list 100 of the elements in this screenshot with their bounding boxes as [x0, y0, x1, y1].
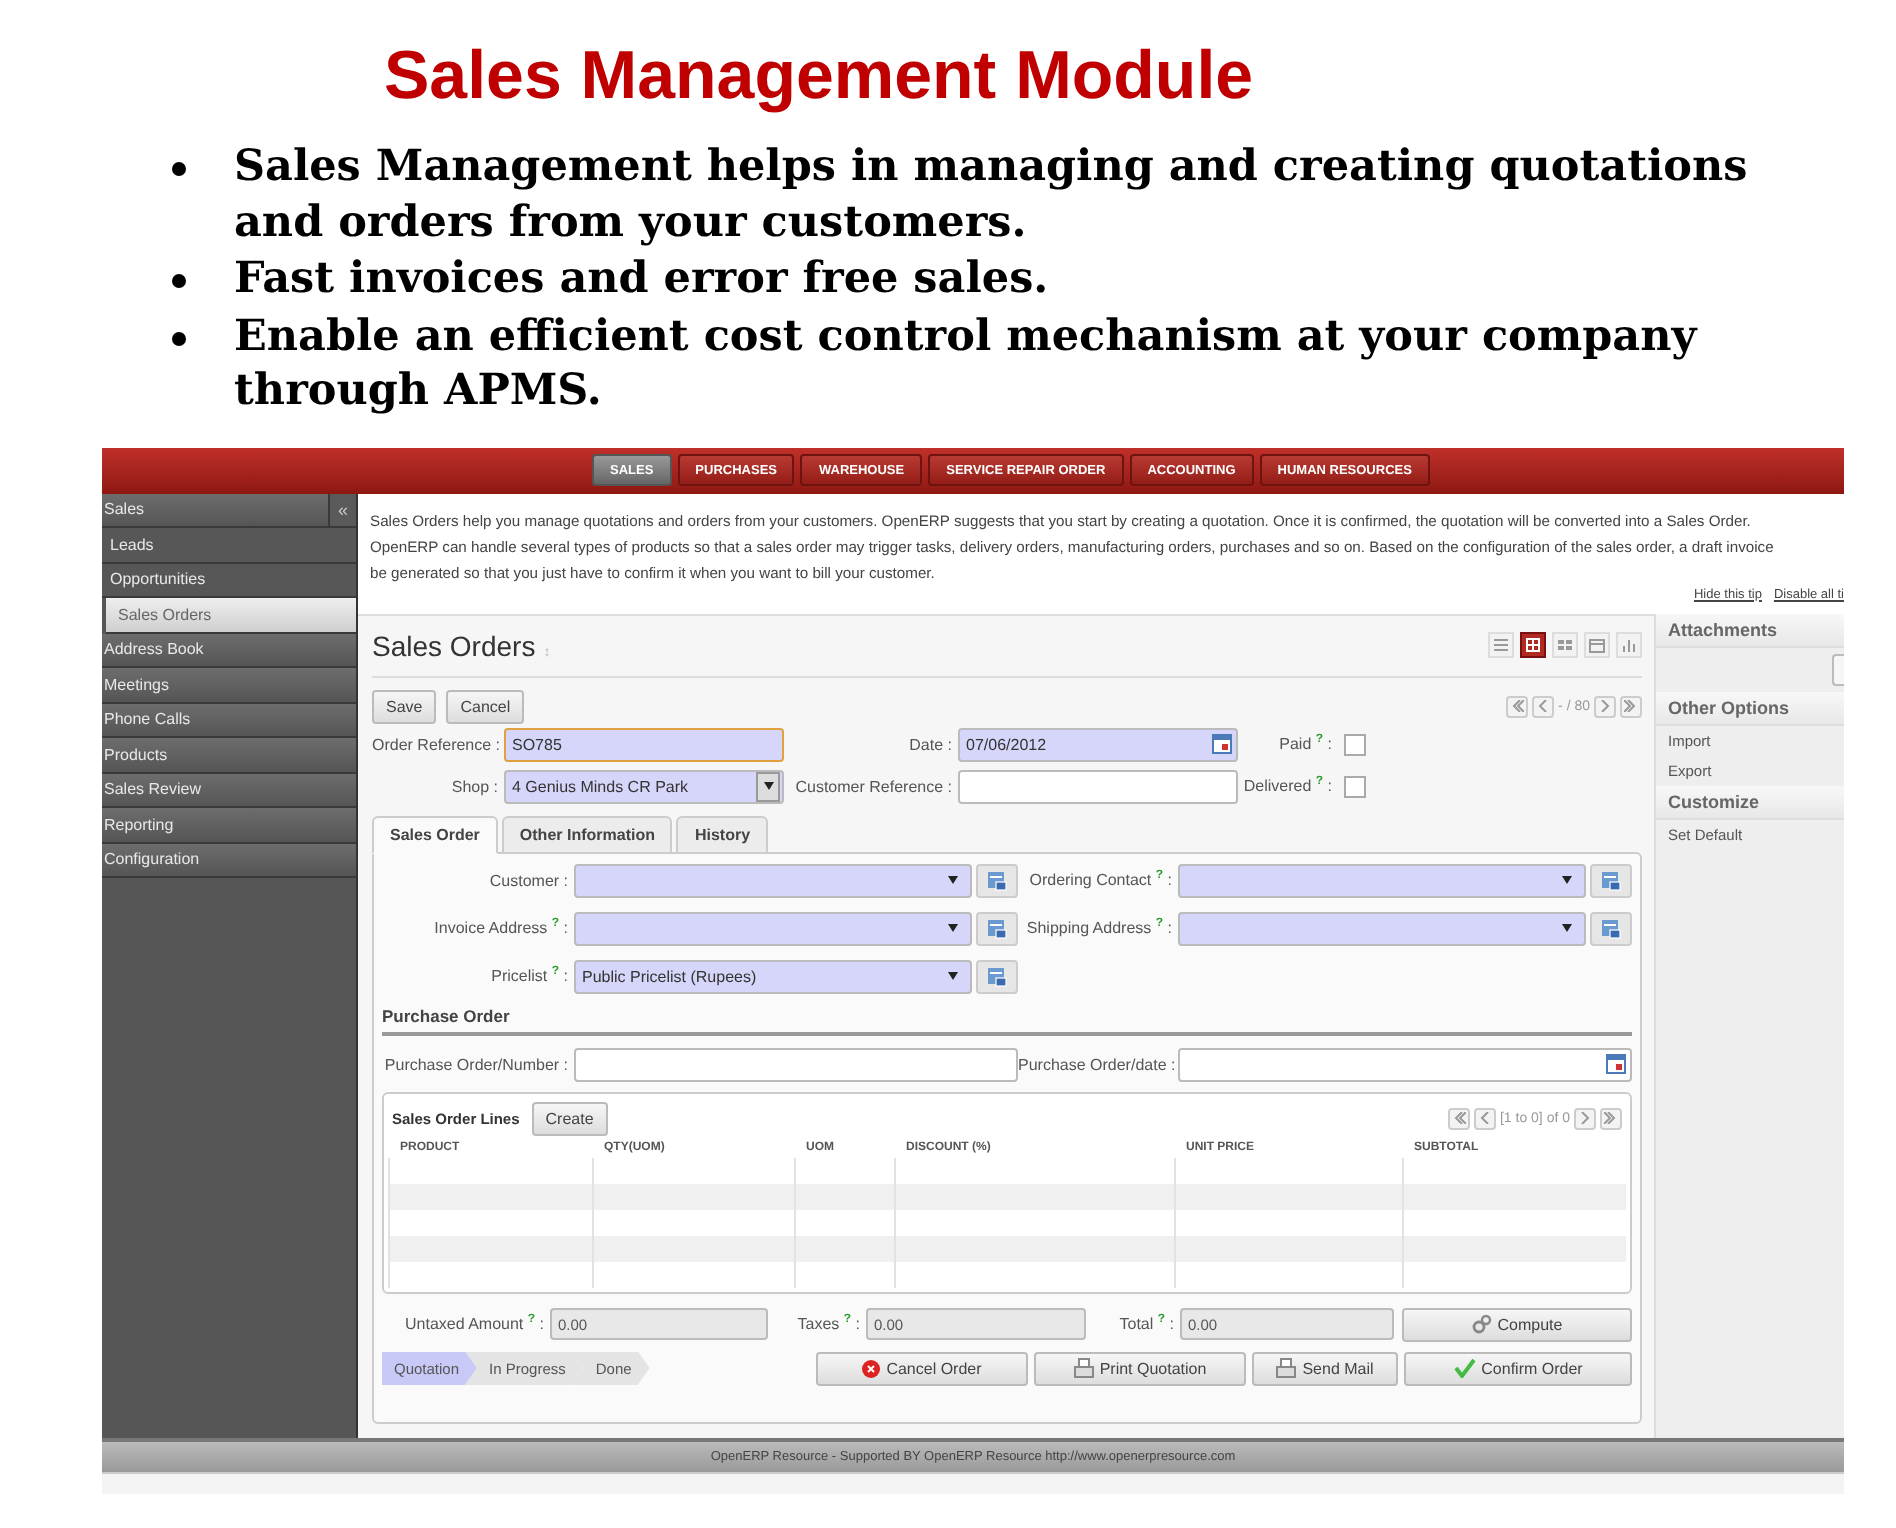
input-field[interactable]: SO785 [504, 727, 784, 761]
bullet-text: Enable an efficient cost control mechanism at your company through APMS. [234, 309, 1700, 419]
calendar-icon[interactable] [1606, 1054, 1626, 1074]
panel-heading: Attachments [1656, 613, 1844, 647]
graph-view-icon [1620, 636, 1638, 654]
sidebar-item[interactable]: Products [102, 738, 356, 773]
field-label: Date : [907, 735, 954, 753]
document-icon [986, 869, 1008, 891]
open-button[interactable] [976, 911, 1018, 945]
field-label: Invoice Address $^{?}$ : [432, 918, 570, 938]
select-field[interactable]: Public Pricelist (Rupees) [574, 959, 972, 993]
double-arrow-icon [1604, 1112, 1618, 1124]
create-button[interactable]: Create [531, 1101, 608, 1135]
next-page-button[interactable] [1574, 1107, 1596, 1129]
select-field[interactable] [574, 863, 972, 897]
caret-icon [948, 972, 958, 980]
caret-icon [948, 876, 958, 884]
double-arrow-icon [1451, 1112, 1466, 1124]
printer-icon [1276, 1358, 1297, 1378]
document-icon [986, 917, 1008, 939]
select-field[interactable] [574, 911, 972, 945]
compute-button[interactable]: Compute [1402, 1307, 1632, 1341]
document-icon [1600, 917, 1622, 939]
open-button[interactable] [1590, 863, 1632, 897]
collapse-button[interactable]: « [328, 493, 356, 526]
view-switch-button[interactable] [1520, 632, 1546, 658]
checkbox[interactable] [1344, 733, 1366, 755]
input-field[interactable] [574, 1047, 1018, 1081]
field-label: Taxes $^{?}$ : [795, 1314, 862, 1334]
caret-icon [948, 924, 958, 932]
previous-page-button[interactable] [1473, 1107, 1496, 1129]
action-button[interactable]: Cancel Order [816, 1351, 1028, 1385]
next-page-button[interactable] [1594, 695, 1616, 717]
form-tab[interactable]: History [676, 815, 769, 853]
field-label: Pricelist $^{?}$ : [489, 966, 570, 986]
field-label: Customer : [487, 871, 570, 889]
field-label: Untaxed Amount $^{?}$ : [403, 1314, 546, 1334]
checkbox[interactable] [1344, 775, 1366, 797]
bullet-icon [172, 274, 186, 288]
caret-icon [763, 782, 773, 790]
toolbar-button[interactable]: Save [372, 689, 437, 723]
bullet-text: Fast invoices and error free sales. [234, 252, 1051, 307]
last-page-button[interactable] [1620, 695, 1642, 717]
gears-icon [1471, 1314, 1492, 1334]
caret-icon [1562, 876, 1572, 884]
select-field[interactable] [1178, 911, 1586, 945]
input-field[interactable] [958, 769, 1238, 803]
form-tab[interactable]: Other Information [501, 815, 673, 853]
sidebar-item[interactable]: Sales Orders [106, 598, 356, 633]
cancel-icon [862, 1359, 881, 1377]
open-button[interactable] [976, 959, 1018, 993]
field-label: Paid $^{?}$ : [1277, 734, 1334, 754]
open-button[interactable] [1590, 911, 1632, 945]
field-label: Shipping Address $^{?}$ : [1024, 918, 1174, 938]
previous-page-button[interactable] [1532, 695, 1555, 717]
bullet-icon [172, 331, 186, 345]
action-button[interactable]: Confirm Order [1404, 1351, 1632, 1385]
field-label: Customer Reference : [793, 777, 954, 795]
action-button[interactable]: Send Mail [1252, 1351, 1398, 1385]
sidebar-item[interactable]: Address Book [102, 633, 356, 668]
caret-icon [1562, 924, 1572, 932]
double-arrow-icon [1510, 700, 1525, 712]
sidebar-item[interactable]: Opportunities [102, 563, 356, 598]
action-button[interactable]: Print Quotation [1034, 1351, 1246, 1385]
first-page-button[interactable] [1506, 695, 1529, 717]
attachment-button[interactable] [1832, 653, 1844, 685]
sidebar-item[interactable]: Sales Review [102, 773, 356, 808]
field-label: Order Reference : [372, 735, 503, 753]
toolbar-button[interactable]: Cancel [446, 689, 525, 723]
double-arrow-icon [1624, 700, 1638, 712]
date-field[interactable]: 07/06/2012 [958, 727, 1238, 761]
select-field[interactable]: 4 Genius Minds CR Park [504, 769, 784, 803]
list-view-icon [1492, 636, 1510, 654]
date-field[interactable] [1178, 1047, 1632, 1081]
first-page-button[interactable] [1447, 1107, 1470, 1129]
open-button[interactable] [976, 863, 1018, 897]
sidebar-item[interactable]: Phone Calls [102, 703, 356, 738]
printer-icon [1073, 1358, 1094, 1378]
check-icon [1453, 1358, 1476, 1378]
field-label: Purchase Order/Number : [382, 1055, 570, 1073]
bullet-icon [172, 162, 186, 176]
bullet-text: Sales Management helps in managing and creating quotations and orders from your customers. [234, 140, 1750, 250]
sidebar-item[interactable]: Sales « [102, 493, 356, 528]
panel-heading: Customize [1656, 785, 1844, 819]
form-view-icon [1524, 636, 1542, 654]
calendar-view-icon [1588, 636, 1606, 654]
field-label: Purchase Order/date : [1018, 1055, 1178, 1073]
document-icon [986, 965, 1008, 987]
panel-heading: Other Options [1656, 691, 1844, 725]
last-page-button[interactable] [1600, 1107, 1622, 1129]
sidebar-item[interactable]: Meetings [102, 668, 356, 703]
sidebar-item[interactable]: Configuration [102, 843, 356, 878]
section-title: Purchase Order [382, 1005, 1632, 1035]
field-label: Total $^{?}$ : [1117, 1314, 1176, 1334]
field-label: Delivered $^{?}$ : [1241, 776, 1334, 796]
form-tab[interactable]: Sales Order [372, 815, 498, 853]
calendar-icon[interactable] [1212, 734, 1232, 754]
field-label: Shop : [449, 777, 500, 795]
sidebar-item[interactable]: Reporting [102, 808, 356, 843]
select-field[interactable] [1178, 863, 1586, 897]
